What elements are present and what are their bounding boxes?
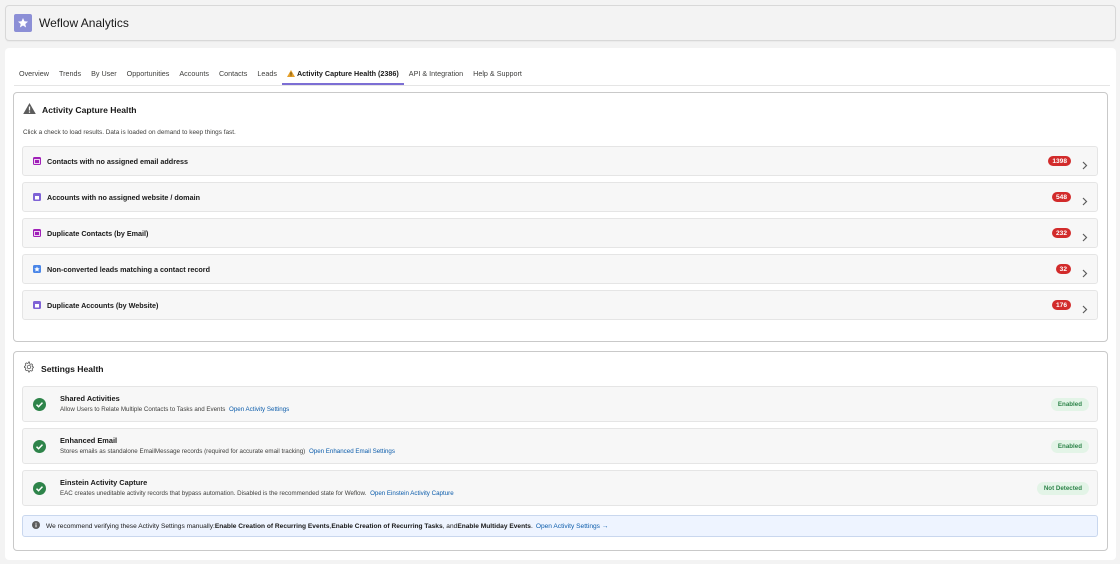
setting-einstein-activity-capture: Einstein Activity Capture EAC creates un… xyxy=(22,470,1098,506)
check-circle-icon xyxy=(33,482,46,500)
tab-contacts[interactable]: Contacts xyxy=(214,66,252,85)
setting-description: Stores emails as standalone EmailMessage… xyxy=(60,448,395,455)
app-header: Weflow Analytics xyxy=(5,5,1116,41)
setting-title: Einstein Activity Capture xyxy=(60,478,148,487)
contact-icon xyxy=(33,157,41,165)
check-label: Accounts with no assigned website / doma… xyxy=(47,192,200,202)
info-item: Enable Creation of Recurring Tasks xyxy=(331,522,443,530)
check-leads-matching-contact[interactable]: Non-converted leads matching a contact r… xyxy=(22,254,1098,284)
status-badge: Enabled xyxy=(1050,398,1089,411)
status-badge: Enabled xyxy=(1050,440,1089,453)
setting-desc-text: EAC creates uneditable activity records … xyxy=(60,490,367,497)
gear-icon xyxy=(23,360,35,378)
status-badge: Not Detected xyxy=(1036,482,1089,495)
tab-label: Accounts xyxy=(179,69,209,78)
setting-shared-activities: Shared Activities Allow Users to Relate … xyxy=(22,386,1098,422)
setting-description: Allow Users to Relate Multiple Contacts … xyxy=(60,406,289,413)
tab-label: Trends xyxy=(58,69,82,78)
tab-opportunities[interactable]: Opportunities xyxy=(122,66,175,85)
panel-intro: Click a check to load results. Data is l… xyxy=(23,129,236,136)
account-icon xyxy=(33,193,41,201)
check-label: Duplicate Accounts (by Website) xyxy=(47,300,159,310)
tab-api-integration[interactable]: API & Integration xyxy=(404,66,468,85)
tabs-divider xyxy=(14,85,1110,86)
chevron-right-icon xyxy=(1082,301,1088,319)
tab-label: Contacts xyxy=(218,69,248,78)
account-icon xyxy=(33,301,41,309)
open-enhanced-email-settings-link[interactable]: Open Enhanced Email Settings xyxy=(309,448,395,455)
panel-title: Activity Capture Health xyxy=(42,105,137,115)
tab-label: API & Integration xyxy=(408,69,464,78)
open-einstein-activity-capture-link[interactable]: Open Einstein Activity Capture xyxy=(370,490,454,497)
open-activity-settings-link[interactable]: Open Activity Settings → xyxy=(536,523,609,530)
count-badge: 32 xyxy=(1055,264,1071,274)
chevron-right-icon xyxy=(1082,193,1088,211)
check-duplicate-contacts[interactable]: Duplicate Contacts (by Email) 232 xyxy=(22,218,1098,248)
warning-icon xyxy=(23,101,36,119)
setting-description: EAC creates uneditable activity records … xyxy=(60,490,454,497)
tab-by-user[interactable]: By User xyxy=(86,66,122,85)
info-separator: , and xyxy=(442,522,458,530)
tab-label: Activity Capture Health (2386) xyxy=(296,69,399,78)
check-label: Non-converted leads matching a contact r… xyxy=(47,264,210,274)
check-contacts-no-email[interactable]: Contacts with no assigned email address … xyxy=(22,146,1098,176)
check-circle-icon xyxy=(33,398,46,416)
setting-title: Enhanced Email xyxy=(60,436,118,445)
info-icon xyxy=(32,521,40,531)
chevron-right-icon xyxy=(1082,265,1088,283)
panel-header: Settings Health xyxy=(23,360,104,378)
warning-icon xyxy=(286,70,295,79)
check-accounts-no-website[interactable]: Accounts with no assigned website / doma… xyxy=(22,182,1098,212)
info-banner: We recommend verifying these Activity Se… xyxy=(22,515,1098,537)
info-suffix: . xyxy=(530,522,533,530)
contact-icon xyxy=(33,229,41,237)
count-badge: 1398 xyxy=(1048,156,1071,166)
setting-desc-text: Stores emails as standalone EmailMessage… xyxy=(60,448,306,455)
tab-bar: Overview Trends By User Opportunities Ac… xyxy=(14,66,527,85)
panel-title: Settings Health xyxy=(41,364,104,374)
setting-desc-text: Allow Users to Relate Multiple Contacts … xyxy=(60,406,226,413)
setting-title: Shared Activities xyxy=(60,394,120,403)
count-badge: 232 xyxy=(1051,228,1071,238)
check-duplicate-accounts[interactable]: Duplicate Accounts (by Website) 176 xyxy=(22,290,1098,320)
count-badge: 176 xyxy=(1051,300,1071,310)
star-icon xyxy=(14,14,32,32)
chevron-right-icon xyxy=(1082,229,1088,247)
tab-trends[interactable]: Trends xyxy=(54,66,86,85)
activity-capture-health-panel: Activity Capture Health Click a check to… xyxy=(13,92,1108,342)
tab-activity-capture-health[interactable]: Activity Capture Health (2386) xyxy=(281,66,404,85)
check-label: Duplicate Contacts (by Email) xyxy=(47,228,149,238)
chevron-right-icon xyxy=(1082,157,1088,175)
tab-overview[interactable]: Overview xyxy=(14,66,54,85)
count-badge: 548 xyxy=(1051,192,1071,202)
info-prefix: We recommend verifying these Activity Se… xyxy=(46,522,215,530)
app-title: Weflow Analytics xyxy=(39,16,129,30)
check-label: Contacts with no assigned email address xyxy=(47,156,188,166)
tab-label: Overview xyxy=(19,69,49,78)
setting-enhanced-email: Enhanced Email Stores emails as standalo… xyxy=(22,428,1098,464)
check-circle-icon xyxy=(33,440,46,458)
tab-accounts[interactable]: Accounts xyxy=(174,66,214,85)
tab-help-support[interactable]: Help & Support xyxy=(468,66,527,85)
tab-label: Opportunities xyxy=(126,69,170,78)
settings-health-panel: Settings Health Shared Activities Allow … xyxy=(13,351,1108,551)
tab-leads[interactable]: Leads xyxy=(252,66,282,85)
tab-label: By User xyxy=(91,69,117,78)
info-item: Enable Multiday Events xyxy=(457,522,531,530)
tab-label: Help & Support xyxy=(473,69,522,78)
panel-header: Activity Capture Health xyxy=(23,101,137,119)
tab-label: Leads xyxy=(257,69,277,78)
open-activity-settings-link[interactable]: Open Activity Settings xyxy=(229,406,289,413)
info-item: Enable Creation of Recurring Events xyxy=(214,522,330,530)
lead-icon xyxy=(33,265,41,273)
